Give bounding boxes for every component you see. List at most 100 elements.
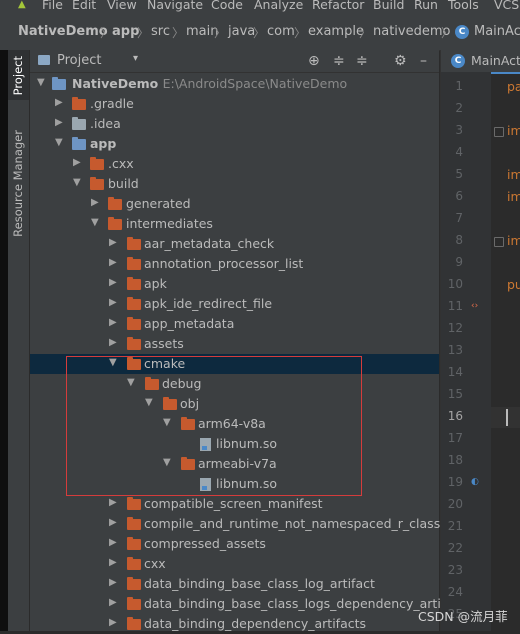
tree-row-build[interactable]: ▼ build bbox=[0, 174, 409, 194]
tree-row-cmake-selected[interactable]: ▼ cmake bbox=[30, 354, 439, 374]
locate-icon[interactable]: ⊕ bbox=[308, 53, 320, 69]
tree-row-data-binding-base-class-log-artifact[interactable]: ▶ data_binding_base_class_log_artifact bbox=[0, 574, 409, 594]
folder-icon bbox=[127, 317, 141, 330]
chevron-down-icon[interactable]: ▾ bbox=[133, 53, 138, 64]
breadcrumb-java[interactable]: java bbox=[228, 24, 255, 39]
line-number-current: 16 bbox=[447, 409, 463, 423]
tree-row-intermediates[interactable]: ▼ intermediates bbox=[0, 214, 409, 234]
tree-row-aar-metadata-check[interactable]: ▶ aar_metadata_check bbox=[0, 234, 409, 254]
editor-tab-label: MainActi bbox=[471, 53, 520, 68]
expand-all-icon[interactable]: ≑ bbox=[356, 53, 368, 69]
menu-tools[interactable]: Tools bbox=[448, 0, 479, 13]
menu-analyze[interactable]: Analyze bbox=[254, 0, 303, 13]
code-line: im bbox=[507, 189, 520, 204]
activity-gutter-icon[interactable]: ‹› bbox=[471, 301, 483, 311]
tree-row-apk-ide-redirect-file[interactable]: ▶ apk_ide_redirect_file bbox=[0, 294, 409, 314]
project-view-selector[interactable]: Project bbox=[57, 53, 101, 68]
chevron-down-icon[interactable]: ▼ bbox=[109, 357, 117, 368]
tree-row-compile-and-runtime[interactable]: ▶ compile_and_runtime_not_namespaced_r_c… bbox=[0, 514, 463, 534]
breadcrumb-mainactivity[interactable]: MainActi bbox=[474, 24, 520, 39]
chevron-down-icon[interactable]: ▼ bbox=[163, 417, 171, 428]
chevron-right-icon[interactable]: ▶ bbox=[55, 97, 63, 108]
chevron-right-icon[interactable]: ▶ bbox=[109, 277, 117, 288]
chevron-right-icon[interactable]: ▶ bbox=[109, 557, 117, 568]
tree-row-libnum-arm64[interactable]: libnum.so bbox=[0, 434, 409, 454]
tree-row-apk[interactable]: ▶ apk bbox=[0, 274, 409, 294]
menu-run[interactable]: Run bbox=[414, 0, 438, 13]
fold-marker-icon[interactable] bbox=[494, 237, 504, 247]
menu-view[interactable]: View bbox=[107, 0, 137, 13]
tree-row-data-binding-dependency-artifacts[interactable]: ▶ data_binding_dependency_artifacts bbox=[0, 614, 409, 634]
line-number: 8 bbox=[455, 233, 463, 247]
fold-marker-icon[interactable] bbox=[494, 127, 504, 137]
tree-row-cxx[interactable]: ▶ cxx bbox=[0, 554, 409, 574]
tree-row-libnum-armeabi[interactable]: libnum.so bbox=[0, 474, 409, 494]
tree-row-compressed-assets[interactable]: ▶ compressed_assets bbox=[0, 534, 409, 554]
chevron-right-icon[interactable]: ▶ bbox=[109, 257, 117, 268]
chevron-right-icon: 〉 bbox=[100, 26, 113, 40]
chevron-right-icon[interactable]: ▶ bbox=[109, 497, 117, 508]
chevron-down-icon[interactable]: ▼ bbox=[145, 397, 153, 408]
editor-tab-mainactivity[interactable]: C MainActi bbox=[441, 50, 520, 74]
chevron-right-icon[interactable]: ▶ bbox=[73, 157, 81, 168]
chevron-right-icon[interactable]: ▶ bbox=[109, 537, 117, 548]
line-number: 15 bbox=[447, 387, 463, 401]
gear-icon[interactable]: ⚙ bbox=[394, 53, 407, 69]
chevron-right-icon[interactable]: ▶ bbox=[109, 337, 117, 348]
breadcrumb-nativedemo[interactable]: nativedemo bbox=[373, 24, 450, 39]
menu-build[interactable]: Build bbox=[373, 0, 404, 13]
breadcrumb-example[interactable]: example bbox=[308, 24, 364, 39]
tree-row-armeabi-v7a[interactable]: ▼ armeabi-v7a bbox=[0, 454, 409, 474]
chevron-right-icon[interactable]: ▶ bbox=[109, 297, 117, 308]
tree-row-assets[interactable]: ▶ assets bbox=[0, 334, 409, 354]
line-number: 6 bbox=[455, 189, 463, 203]
tree-row-app-metadata[interactable]: ▶ app_metadata bbox=[0, 314, 409, 334]
hide-icon[interactable]: – bbox=[420, 53, 427, 69]
menu-navigate[interactable]: Navigate bbox=[147, 0, 203, 13]
chevron-right-icon[interactable]: ▶ bbox=[109, 237, 117, 248]
tree-row-compatible-screen-manifest[interactable]: ▶ compatible_screen_manifest bbox=[0, 494, 409, 514]
menu-code[interactable]: Code bbox=[211, 0, 243, 13]
folder-icon bbox=[127, 597, 141, 610]
chevron-right-icon[interactable]: ▶ bbox=[109, 577, 117, 588]
tree-row-debug[interactable]: ▼ debug bbox=[0, 374, 409, 394]
breadcrumb-src[interactable]: src bbox=[151, 24, 170, 39]
chevron-down-icon[interactable]: ▼ bbox=[91, 217, 99, 228]
breadcrumb-project[interactable]: NativeDemo bbox=[18, 24, 108, 39]
menu-vcs[interactable]: VCS bbox=[494, 0, 519, 13]
tree-row-cxx-hidden[interactable]: ▶ .cxx bbox=[0, 154, 409, 174]
chevron-down-icon[interactable]: ▼ bbox=[55, 137, 63, 148]
tree-row-annotation-processor-list[interactable]: ▶ annotation_processor_list bbox=[0, 254, 409, 274]
menu-edit[interactable]: Edit bbox=[72, 0, 96, 13]
collapse-all-icon[interactable]: ≑ bbox=[333, 53, 345, 69]
tree-row-arm64-v8a[interactable]: ▼ arm64-v8a bbox=[0, 414, 409, 434]
tree-row-gradle[interactable]: ▶ .gradle bbox=[0, 94, 409, 114]
tree-label: .cxx bbox=[108, 156, 134, 171]
chevron-down-icon[interactable]: ▼ bbox=[37, 77, 45, 88]
tree-row-obj[interactable]: ▼ obj bbox=[0, 394, 409, 414]
menu-refactor[interactable]: Refactor bbox=[312, 0, 364, 13]
code-line: pu bbox=[507, 277, 520, 292]
chevron-down-icon[interactable]: ▼ bbox=[73, 177, 81, 188]
breadcrumb-app[interactable]: app bbox=[112, 24, 139, 39]
menu-file[interactable]: File bbox=[42, 0, 63, 13]
folder-icon bbox=[108, 197, 122, 210]
tree-row-generated[interactable]: ▶ generated bbox=[0, 194, 409, 214]
tree-row-project-root[interactable]: ▼ NativeDemo E:\AndroidSpace\NativeDemo bbox=[0, 74, 409, 94]
tree-row-app[interactable]: ▼ app bbox=[0, 134, 409, 154]
line-number: 20 bbox=[447, 497, 463, 511]
java-class-icon: C bbox=[451, 54, 465, 68]
chevron-right-icon[interactable]: ▶ bbox=[109, 617, 117, 628]
chevron-down-icon[interactable]: ▼ bbox=[127, 377, 135, 388]
chevron-right-icon[interactable]: ▶ bbox=[109, 517, 117, 528]
chevron-down-icon[interactable]: ▼ bbox=[163, 457, 171, 468]
breadcrumb-com[interactable]: com bbox=[267, 24, 295, 39]
tree-label: apk_ide_redirect_file bbox=[144, 296, 273, 311]
chevron-right-icon[interactable]: ▶ bbox=[91, 197, 99, 208]
tree-row-idea[interactable]: ▶ .idea bbox=[0, 114, 409, 134]
tree-row-data-binding-base-class-logs-dependency-artifacts[interactable]: ▶ data_binding_base_class_logs_dependenc… bbox=[0, 594, 471, 614]
override-gutter-icon[interactable]: ◐ bbox=[471, 477, 483, 487]
chevron-right-icon[interactable]: ▶ bbox=[55, 117, 63, 128]
chevron-right-icon[interactable]: ▶ bbox=[109, 597, 117, 608]
chevron-right-icon[interactable]: ▶ bbox=[109, 317, 117, 328]
